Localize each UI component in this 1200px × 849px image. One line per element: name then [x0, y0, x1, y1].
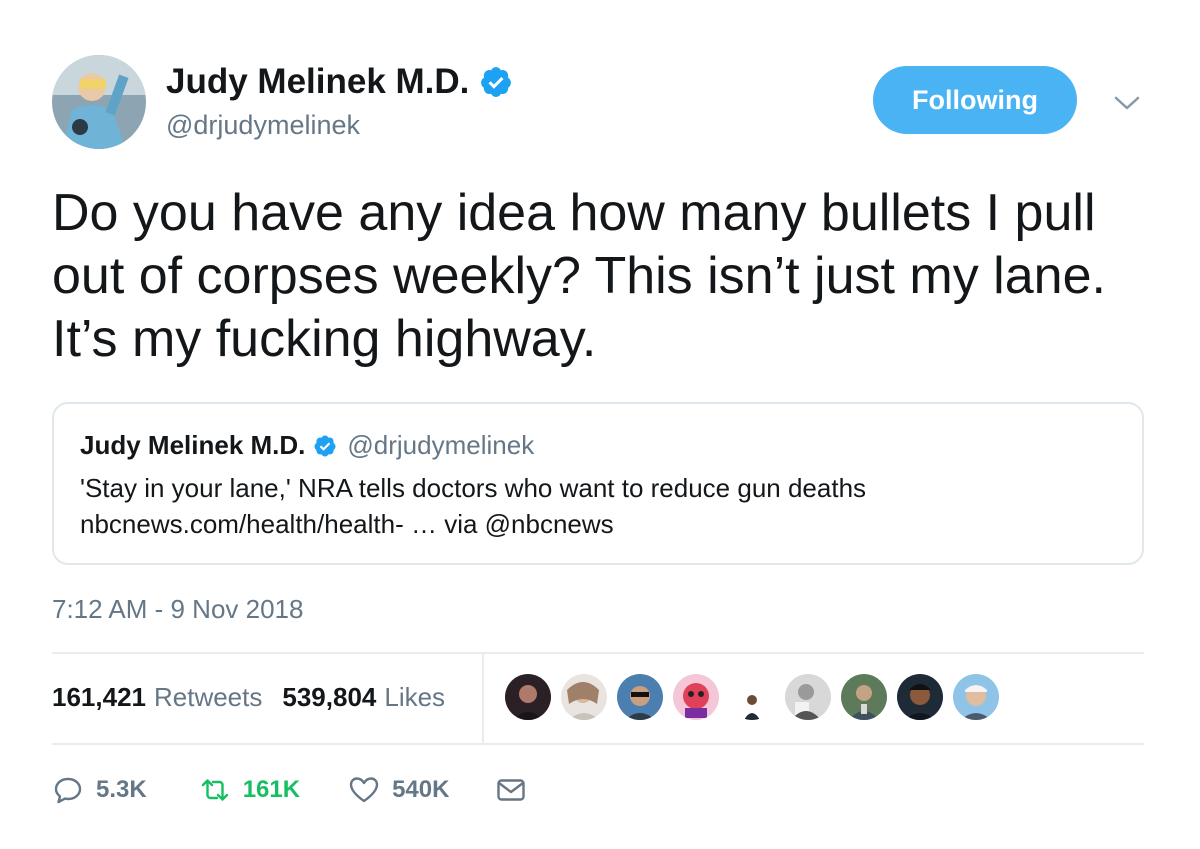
- reply-icon: [54, 777, 82, 804]
- liker-avatar[interactable]: [617, 674, 663, 720]
- author-name-text: Judy Melinek M.D.: [166, 62, 470, 101]
- likes-count: 539,804: [282, 682, 377, 712]
- divider-bottom: [52, 743, 1144, 745]
- likes-stat[interactable]: 539,804 Likes: [282, 682, 445, 713]
- retweet-button[interactable]: 161K: [199, 774, 300, 806]
- divider-top: [52, 652, 1144, 654]
- quoted-author-name: Judy Melinek M.D.: [80, 430, 306, 460]
- retweet-icon: [201, 779, 228, 801]
- retweets-count: 161,421: [52, 682, 146, 712]
- tweet-text: Do you have any idea how many bullets I …: [52, 184, 1106, 368]
- envelope-icon: [497, 779, 526, 801]
- reply-count: 5.3K: [96, 776, 147, 803]
- liker-avatar[interactable]: [897, 674, 943, 720]
- heart-icon: [349, 777, 379, 803]
- liker-avatar[interactable]: [785, 674, 831, 720]
- author-handle[interactable]: @drjudymelinek: [166, 110, 360, 141]
- quoted-tweet-body: 'Stay in your lane,' NRA tells doctors w…: [80, 470, 866, 542]
- tweet-timestamp[interactable]: 7:12 AM - 9 Nov 2018: [52, 594, 303, 625]
- liker-avatar[interactable]: [841, 674, 887, 720]
- retweets-label: Retweets: [153, 682, 263, 712]
- liker-avatar[interactable]: [729, 674, 775, 720]
- like-count: 540K: [392, 776, 450, 803]
- reply-button[interactable]: 5.3K: [52, 774, 147, 806]
- retweets-stat[interactable]: 161,421 Retweets: [52, 682, 262, 713]
- quoted-tweet-link[interactable]: nbcnews.com/health/health- … via @nbcnew…: [80, 506, 866, 542]
- avatar-image: [52, 55, 146, 149]
- liker-avatar[interactable]: [673, 674, 719, 720]
- quoted-author-handle: @drjudymelinek: [347, 430, 535, 460]
- following-button[interactable]: Following: [873, 66, 1077, 134]
- like-button[interactable]: 540K: [348, 774, 449, 806]
- quoted-tweet-line-1: 'Stay in your lane,' NRA tells doctors w…: [80, 473, 867, 503]
- liker-avatar[interactable]: [953, 674, 999, 720]
- chevron-down-icon[interactable]: [1112, 92, 1142, 114]
- author-avatar[interactable]: [52, 55, 146, 149]
- verified-badge-icon: [481, 67, 512, 97]
- tweet-stats: 161,421 Retweets 539,804 Likes: [52, 682, 465, 713]
- author-name[interactable]: Judy Melinek M.D.: [166, 62, 513, 102]
- direct-message-button[interactable]: [495, 774, 527, 806]
- likes-label: Likes: [384, 682, 446, 712]
- retweet-count: 161K: [242, 776, 301, 803]
- quoted-tweet[interactable]: Judy Melinek M.D. @drjudymelinek 'Stay i…: [52, 402, 1144, 565]
- quoted-tweet-header: Judy Melinek M.D. @drjudymelinek: [80, 430, 534, 461]
- verified-badge-icon: [314, 435, 336, 456]
- stats-divider: [482, 654, 484, 744]
- liker-avatar[interactable]: [505, 674, 551, 720]
- tweet-actions: 5.3K 161K 540K: [52, 770, 527, 810]
- liker-avatars: [505, 674, 1009, 720]
- liker-avatar[interactable]: [561, 674, 607, 720]
